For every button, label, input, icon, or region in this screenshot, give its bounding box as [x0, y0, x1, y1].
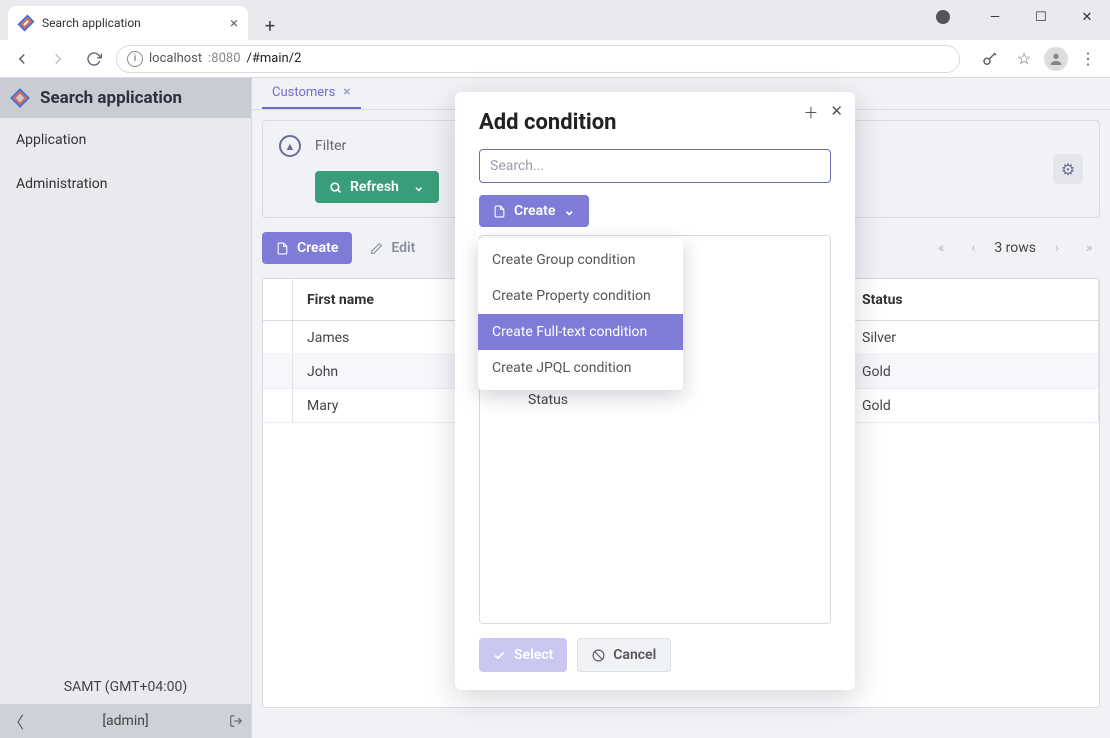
current-user: [admin] — [102, 713, 148, 729]
cell-status: Gold — [848, 389, 1099, 422]
dialog-create-label: Create — [514, 203, 555, 219]
sidebar: Search application Application Administr… — [0, 78, 252, 738]
create-condition-menu: Create Group condition Create Property c… — [478, 238, 683, 390]
filter-settings-button[interactable]: ⚙ — [1053, 154, 1083, 184]
collapse-sidebar-icon[interactable]: 〈 — [8, 709, 24, 733]
tree-item-status[interactable]: Status — [488, 386, 822, 414]
tab-title: Search application — [42, 16, 141, 30]
page-next-icon[interactable]: › — [1046, 240, 1068, 256]
password-key-icon[interactable] — [976, 45, 1004, 73]
menu-item-fulltext-condition[interactable]: Create Full-text condition — [478, 314, 683, 350]
cell-status: Gold — [848, 355, 1099, 388]
sidebar-item-administration[interactable]: Administration — [0, 162, 251, 206]
new-tab-button[interactable]: + — [256, 12, 284, 40]
dialog-add-icon[interactable]: ＋ — [803, 102, 818, 123]
edit-button[interactable]: Edit — [356, 232, 429, 264]
url-host: localhost — [149, 51, 202, 66]
dialog-title: Add condition — [479, 110, 831, 135]
select-button[interactable]: Select — [479, 638, 567, 672]
create-button[interactable]: Create — [262, 232, 352, 264]
app-title: Search application — [40, 88, 182, 108]
browser-menu-icon[interactable]: ⋮ — [1074, 45, 1102, 73]
chevron-down-icon: ⌄ — [563, 203, 575, 219]
profile-avatar-icon[interactable] — [1044, 47, 1068, 71]
pagination: « ‹ 3 rows › » — [930, 240, 1100, 256]
sidebar-item-application[interactable]: Application — [0, 118, 251, 162]
cell-status: Silver — [848, 321, 1099, 354]
page-first-icon[interactable]: « — [930, 240, 952, 256]
menu-item-property-condition[interactable]: Create Property condition — [478, 278, 683, 314]
app-logo-icon — [10, 88, 30, 108]
user-bar: 〈 [admin] — [0, 704, 251, 738]
browser-toolbar: i localhost :8080 /#main/2 ☆ ⋮ — [0, 40, 1110, 78]
tab-close-icon[interactable]: × — [230, 14, 238, 32]
menu-item-jpql-condition[interactable]: Create JPQL condition — [478, 350, 683, 386]
forward-button[interactable] — [44, 45, 72, 73]
edit-label: Edit — [391, 240, 415, 256]
refresh-label: Refresh — [350, 179, 399, 195]
rows-count: 3 rows — [994, 240, 1036, 256]
window-controls: — ☐ ✕ — [972, 0, 1110, 34]
column-status[interactable]: ▲ Status — [848, 279, 1099, 320]
condition-search-input[interactable]: Search... — [479, 149, 831, 183]
refresh-button[interactable]: Refresh ⌄ — [315, 171, 439, 203]
screen-tab-label: Customers — [272, 85, 335, 100]
menu-item-group-condition[interactable]: Create Group condition — [478, 242, 683, 278]
filter-label: Filter — [315, 138, 346, 154]
cancel-label: Cancel — [613, 647, 656, 663]
add-condition-dialog: ＋ ✕ Add condition Search... Create ⌄ Las… — [455, 92, 855, 690]
search-placeholder: Search... — [490, 158, 544, 174]
bookmark-star-icon[interactable]: ☆ — [1010, 45, 1038, 73]
screen-tab-customers[interactable]: Customers × — [262, 77, 361, 109]
dialog-create-button[interactable]: Create ⌄ — [479, 195, 589, 227]
page-prev-icon[interactable]: ‹ — [962, 240, 984, 256]
site-info-icon[interactable]: i — [127, 51, 143, 67]
back-button[interactable] — [8, 45, 36, 73]
tab-favicon — [18, 15, 34, 31]
create-label: Create — [297, 240, 338, 256]
grid-select-all[interactable] — [263, 279, 293, 320]
address-bar[interactable]: i localhost :8080 /#main/2 — [116, 45, 960, 73]
gear-icon: ⚙ — [1061, 160, 1075, 179]
url-path: /#main/2 — [247, 51, 302, 66]
column-status-label: Status — [862, 292, 903, 308]
browser-profile-indicator — [936, 10, 950, 24]
window-maximize-button[interactable]: ☐ — [1018, 0, 1064, 34]
window-minimize-button[interactable]: — — [972, 0, 1018, 34]
url-port: :8080 — [208, 51, 240, 66]
screen-tab-close-icon[interactable]: × — [343, 84, 350, 100]
app-header: Search application — [0, 78, 251, 118]
cancel-button[interactable]: Cancel — [577, 638, 671, 672]
logout-icon[interactable] — [229, 714, 243, 728]
reload-button[interactable] — [80, 45, 108, 73]
window-close-button[interactable]: ✕ — [1064, 0, 1110, 34]
chevron-down-icon: ⌄ — [413, 179, 425, 195]
filter-collapse-icon[interactable]: ▲ — [279, 135, 301, 157]
timezone-label: SAMT (GMT+04:00) — [0, 670, 251, 704]
dialog-close-icon[interactable]: ✕ — [830, 102, 843, 123]
select-label: Select — [514, 647, 553, 663]
browser-tab[interactable]: Search application × — [8, 6, 248, 40]
page-last-icon[interactable]: » — [1078, 240, 1100, 256]
